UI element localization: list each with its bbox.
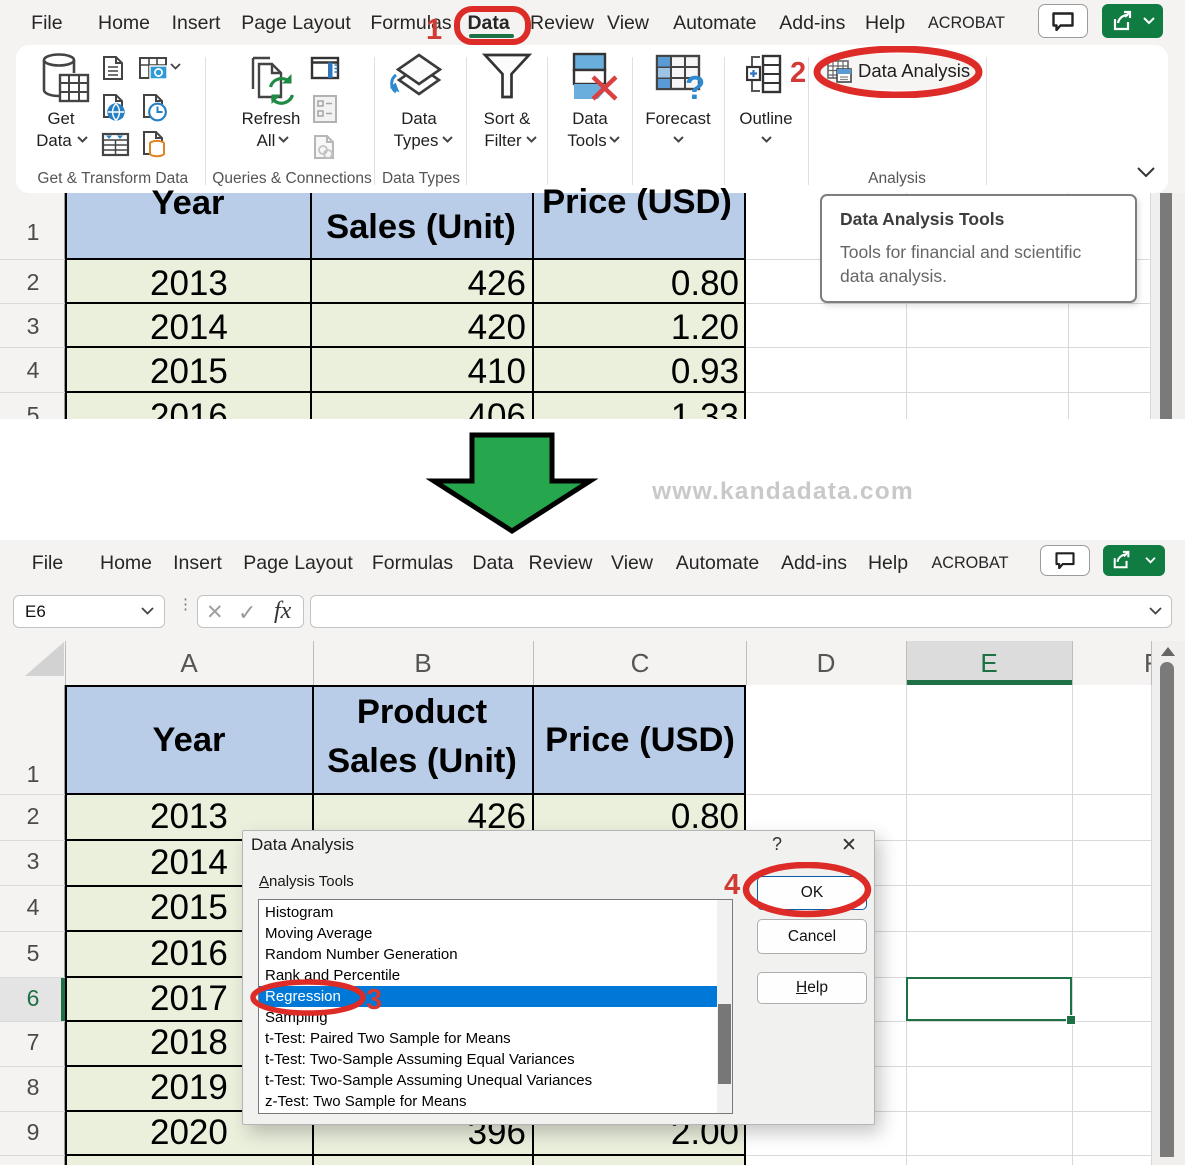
svg-text:?: ?: [685, 69, 705, 104]
